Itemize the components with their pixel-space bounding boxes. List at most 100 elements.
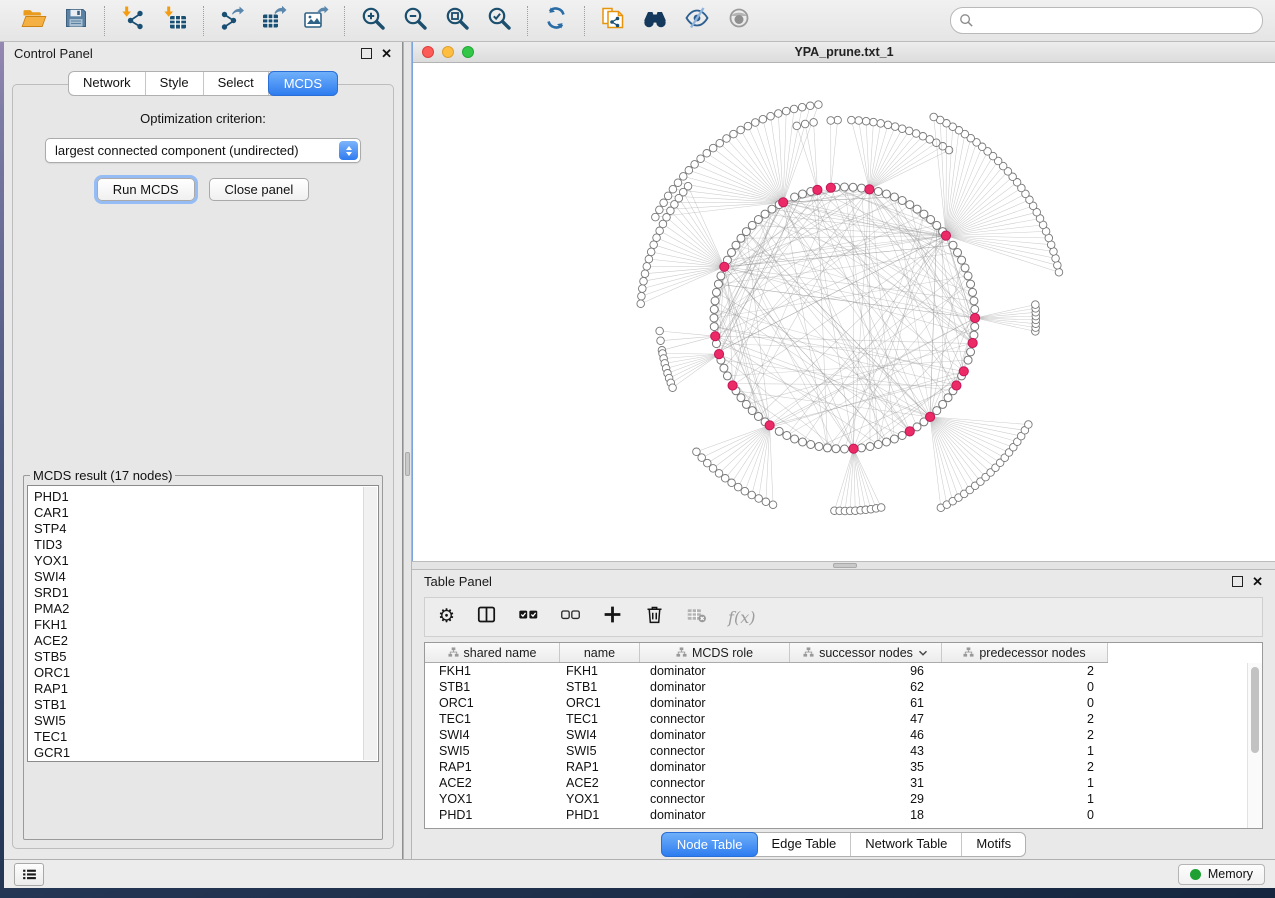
ring-node[interactable] xyxy=(920,210,928,218)
horizontal-splitter[interactable] xyxy=(412,561,1275,570)
zoom-in-button[interactable] xyxy=(357,5,389,37)
leaf-node[interactable] xyxy=(898,125,906,133)
table-scrollbar[interactable] xyxy=(1247,663,1262,828)
export-network-button[interactable] xyxy=(216,5,248,37)
ring-node[interactable] xyxy=(882,190,890,198)
import-network-button[interactable] xyxy=(117,5,149,37)
hide-graphics-details-button[interactable] xyxy=(681,5,713,37)
mcds-result-item[interactable]: STB5 xyxy=(34,649,378,665)
ring-node[interactable] xyxy=(712,288,720,296)
ring-node[interactable] xyxy=(841,445,849,453)
table-row[interactable]: TEC1TEC1connector472 xyxy=(425,711,1247,727)
show-graphics-details-button[interactable] xyxy=(723,5,755,37)
ring-node[interactable] xyxy=(748,407,756,415)
leaf-node[interactable] xyxy=(752,119,760,127)
leaf-node[interactable] xyxy=(1025,421,1033,429)
float-table-panel-icon[interactable] xyxy=(1232,576,1243,587)
mcds-result-item[interactable]: CAR1 xyxy=(34,505,378,521)
ring-node[interactable] xyxy=(933,221,941,229)
dominator-node[interactable] xyxy=(968,338,977,347)
column-header-predecessor-nodes[interactable]: predecessor nodes xyxy=(942,643,1108,662)
dominator-node[interactable] xyxy=(826,183,835,192)
leaf-node[interactable] xyxy=(697,155,705,163)
ring-node[interactable] xyxy=(783,432,791,440)
leaf-node[interactable] xyxy=(656,327,664,335)
tab-network-table[interactable]: Network Table xyxy=(851,833,962,856)
table-row[interactable]: FKH1FKH1dominator962 xyxy=(425,663,1247,679)
leaf-node[interactable] xyxy=(674,179,682,187)
leaf-node[interactable] xyxy=(647,248,655,256)
select-all-rows-button[interactable] xyxy=(518,604,539,630)
leaf-node[interactable] xyxy=(734,483,742,491)
leaf-node[interactable] xyxy=(685,167,693,175)
ring-node[interactable] xyxy=(768,205,776,213)
leaf-node[interactable] xyxy=(806,102,814,110)
table-scrollbar-thumb[interactable] xyxy=(1251,667,1259,753)
mcds-result-item[interactable]: RAP1 xyxy=(34,681,378,697)
dominator-node[interactable] xyxy=(941,231,950,240)
leaf-node[interactable] xyxy=(660,199,668,207)
vertical-splitter[interactable] xyxy=(403,42,412,859)
tab-style[interactable]: Style xyxy=(146,72,204,95)
ring-node[interactable] xyxy=(970,297,978,305)
leaf-node[interactable] xyxy=(640,277,648,285)
ring-node[interactable] xyxy=(728,249,736,257)
column-header-MCDS-role[interactable]: MCDS role xyxy=(640,643,790,662)
leaf-node[interactable] xyxy=(870,118,878,126)
table-row[interactable]: RAP1RAP1dominator352 xyxy=(425,759,1247,775)
mcds-result-item[interactable]: PMA2 xyxy=(34,601,378,617)
mcds-result-item[interactable]: TID3 xyxy=(34,537,378,553)
leaf-node[interactable] xyxy=(723,135,731,143)
table-row[interactable]: YOX1YOX1connector291 xyxy=(425,791,1247,807)
zoom-out-button[interactable] xyxy=(399,5,431,37)
column-header-name[interactable]: name xyxy=(560,643,640,662)
ring-node[interactable] xyxy=(717,272,725,280)
zoom-fit-button[interactable] xyxy=(441,5,473,37)
ring-node[interactable] xyxy=(890,193,898,201)
leaf-node[interactable] xyxy=(679,173,687,181)
search-input[interactable] xyxy=(979,12,1254,29)
ring-node[interactable] xyxy=(710,323,718,331)
ring-node[interactable] xyxy=(958,256,966,264)
tab-network[interactable]: Network xyxy=(69,72,146,95)
close-window-icon[interactable] xyxy=(422,46,434,58)
tab-mcds[interactable]: MCDS xyxy=(268,71,338,96)
refresh-layout-button[interactable] xyxy=(540,5,572,37)
leaf-node[interactable] xyxy=(782,107,790,115)
vertical-splitter-handle[interactable] xyxy=(405,452,410,476)
ring-node[interactable] xyxy=(737,234,745,242)
leaf-node[interactable] xyxy=(669,185,677,193)
dominator-node[interactable] xyxy=(952,381,961,390)
ring-node[interactable] xyxy=(710,314,718,322)
ring-node[interactable] xyxy=(832,445,840,453)
close-table-panel-icon[interactable]: ✕ xyxy=(1252,577,1263,587)
ring-node[interactable] xyxy=(939,400,947,408)
mcds-result-item[interactable]: SWI4 xyxy=(34,569,378,585)
ring-node[interactable] xyxy=(841,183,849,191)
leaf-node[interactable] xyxy=(855,117,863,125)
mcds-result-item[interactable]: FKH1 xyxy=(34,617,378,633)
dominator-node[interactable] xyxy=(970,313,979,322)
export-table-button[interactable] xyxy=(258,5,290,37)
leaf-node[interactable] xyxy=(669,384,677,392)
deselect-all-rows-button[interactable] xyxy=(560,604,581,630)
memory-button[interactable]: Memory xyxy=(1178,864,1265,885)
leaf-node[interactable] xyxy=(709,144,717,152)
ring-node[interactable] xyxy=(858,444,866,452)
leaf-node[interactable] xyxy=(810,119,818,127)
ring-node[interactable] xyxy=(791,435,799,443)
maximize-window-icon[interactable] xyxy=(462,46,474,58)
ring-node[interactable] xyxy=(967,280,975,288)
ring-node[interactable] xyxy=(913,205,921,213)
ring-node[interactable] xyxy=(791,193,799,201)
mcds-list-scrollbar[interactable] xyxy=(363,487,377,760)
mcds-result-item[interactable]: ORC1 xyxy=(34,665,378,681)
ring-node[interactable] xyxy=(720,364,728,372)
ring-node[interactable] xyxy=(933,407,941,415)
column-header-successor-nodes[interactable]: successor nodes xyxy=(790,643,942,662)
leaf-node[interactable] xyxy=(656,227,664,235)
ring-node[interactable] xyxy=(775,427,783,435)
table-row[interactable]: ORC1ORC1dominator610 xyxy=(425,695,1247,711)
tab-select[interactable]: Select xyxy=(204,72,269,95)
node-table[interactable]: shared namenameMCDS rolesuccessor nodesp… xyxy=(424,642,1263,829)
